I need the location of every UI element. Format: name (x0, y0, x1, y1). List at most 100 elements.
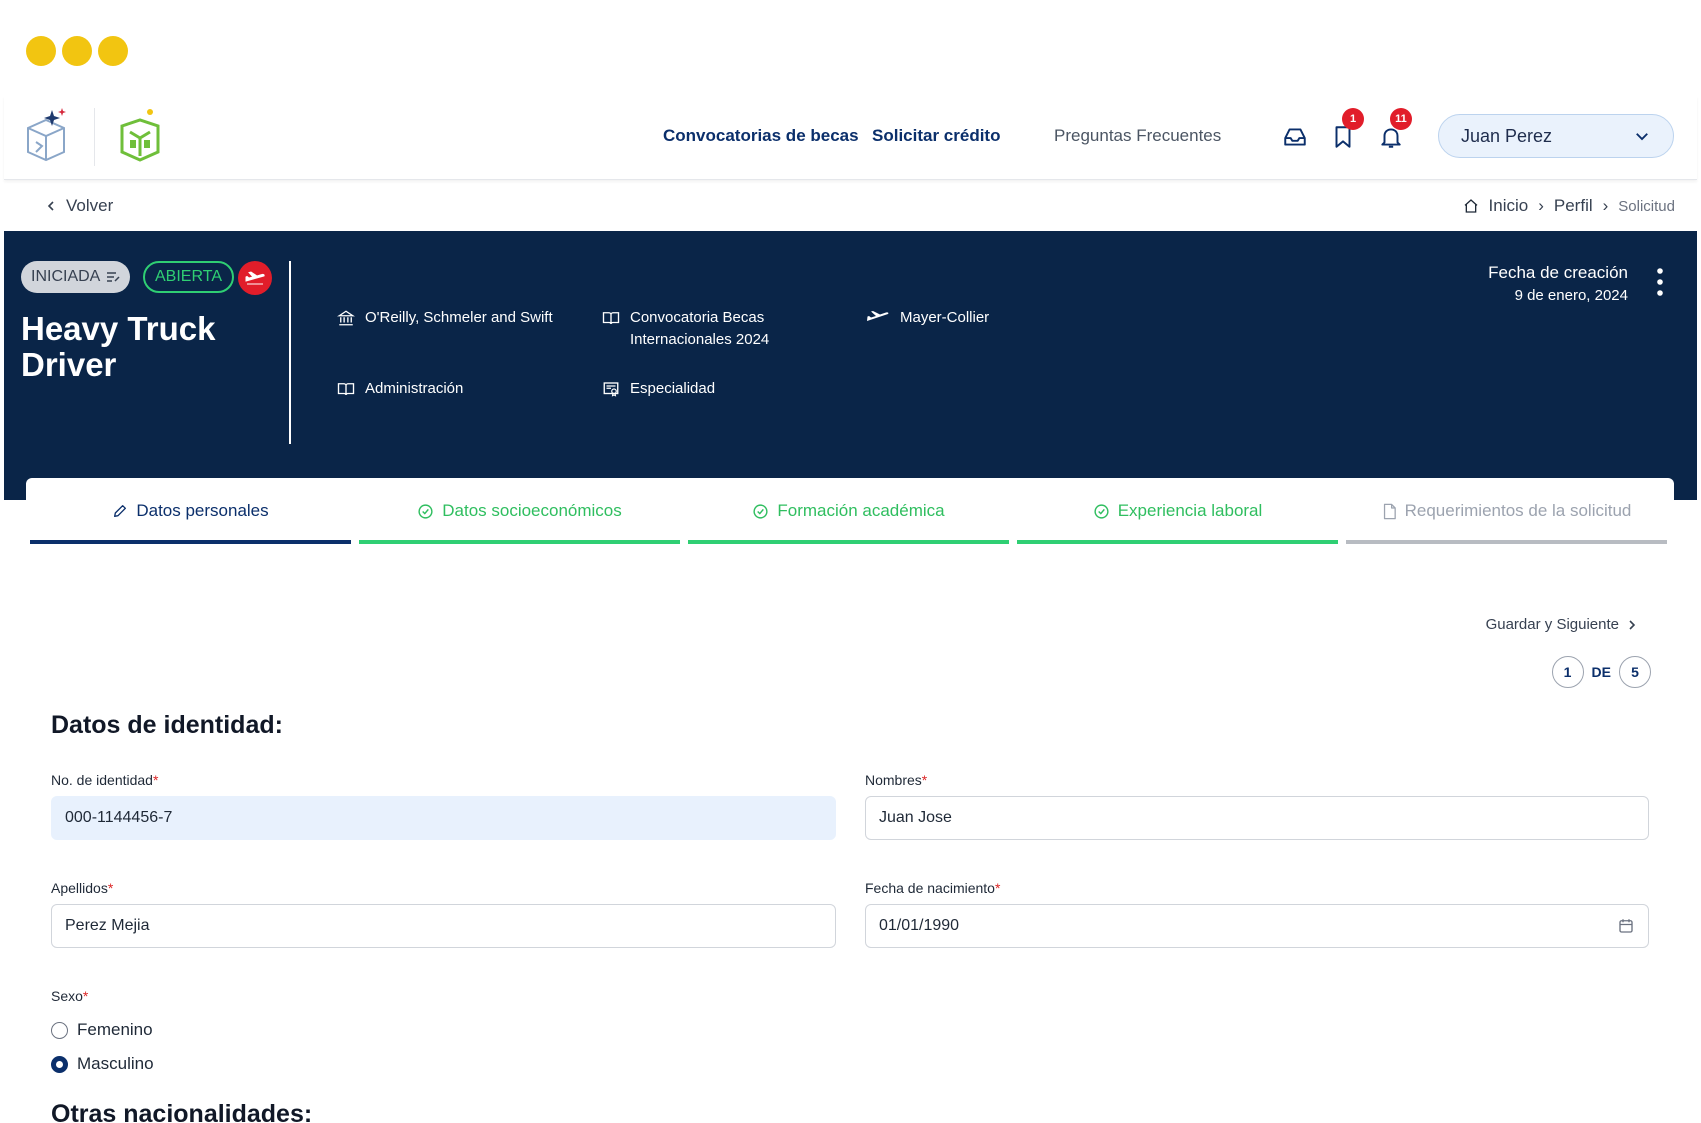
tab-datos-socioeconomicos[interactable]: Datos socioeconómicos (359, 478, 680, 544)
surnames-value: Perez Mejia (65, 917, 150, 934)
birthdate-field[interactable]: 01/01/1990 (865, 904, 1649, 948)
user-menu-dropdown[interactable]: Juan Perez (1438, 114, 1674, 158)
breadcrumb: Inicio › Perfil › Solicitud (1463, 196, 1675, 216)
area-info: Administración (337, 378, 463, 400)
breadcrumb-inicio[interactable]: Inicio (1489, 196, 1529, 216)
window-dot[interactable] (62, 36, 92, 66)
dob-label: Fecha de nacimiento* (865, 880, 1001, 896)
chevron-left-icon (47, 201, 54, 211)
status-started-label: INICIADA (31, 268, 101, 285)
calendar-icon[interactable] (1617, 917, 1635, 935)
tab-progress-bar (688, 540, 1009, 544)
nav-link-preguntas[interactable]: Preguntas Frecuentes (1054, 126, 1221, 146)
sex-option-label: Femenino (77, 1020, 153, 1039)
tab-label: Datos socioeconómicos (442, 501, 622, 520)
step-pager: 1 DE 5 (1551, 656, 1651, 688)
level-name: Especialidad (630, 380, 716, 397)
creation-date-label: Fecha de creación (1488, 263, 1628, 282)
sex-option-label: Masculino (77, 1054, 154, 1073)
tab-label: Requerimientos de la solicitud (1404, 501, 1632, 520)
tab-label: Experiencia laboral (1117, 501, 1263, 520)
chevron-right-icon (1629, 619, 1636, 630)
window-dot[interactable] (26, 36, 56, 66)
tab-requerimientos[interactable]: Requerimientos de la solicitud (1346, 478, 1667, 544)
current-step: 1 (1551, 656, 1584, 688)
creation-date-value: 9 de enero, 2024 (1514, 287, 1628, 304)
window-controls (26, 36, 128, 66)
check-circle-icon (418, 503, 433, 519)
window-dot[interactable] (98, 36, 128, 66)
company-info: Mayer-Collier (866, 307, 989, 329)
banner-divider (289, 261, 291, 444)
tab-datos-personales[interactable]: Datos personales (30, 478, 351, 544)
logo-divider (94, 108, 95, 166)
names-label: Nombres* (865, 772, 928, 788)
pager-of: DE (1591, 664, 1611, 680)
tab-progress-bar (1346, 540, 1667, 544)
application-title: Heavy Truck Driver (21, 310, 216, 383)
institution-info: O'Reilly, Schmeler and Swift (337, 307, 553, 329)
user-name: Juan Perez (1461, 125, 1553, 146)
radio-unchecked[interactable] (51, 1021, 68, 1039)
sex-option-masculino[interactable]: Masculino (51, 1054, 154, 1074)
status-badge-open: ABIERTA (143, 261, 234, 293)
names-field[interactable]: Juan Jose (865, 796, 1649, 840)
institution-name: O'Reilly, Schmeler and Swift (365, 309, 553, 326)
tab-progress-bar (1017, 540, 1338, 544)
tab-formacion-academica[interactable]: Formación académica (688, 478, 1009, 544)
id-label: No. de identidad* (51, 772, 159, 788)
call-info: Convocatoria Becas Internacionales 2024 (602, 307, 792, 351)
nav-link-solicitar-credito[interactable]: Solicitar crédito (872, 126, 1000, 146)
status-open-label: ABIERTA (155, 268, 222, 285)
sex-label: Sexo* (51, 988, 89, 1004)
back-button[interactable]: Volver (46, 196, 113, 216)
tab-label: Formación académica (777, 501, 945, 520)
pencil-icon (114, 505, 127, 517)
more-options-icon[interactable] (1655, 267, 1665, 297)
inbox-icon[interactable] (1282, 124, 1308, 150)
edit-list-icon (107, 272, 120, 282)
id-number-field[interactable]: 000-1144456-7 (51, 796, 836, 840)
sex-option-femenino[interactable]: Femenino (51, 1020, 153, 1040)
top-navigation: Convocatorias de becas Solicitar crédito… (4, 96, 1697, 180)
check-circle-icon (1094, 503, 1109, 519)
birthdate-value: 01/01/1990 (879, 917, 960, 934)
status-badge-started: INICIADA (21, 261, 131, 293)
level-info: Especialidad (602, 378, 715, 400)
breadcrumb-solicitud: Solicitud (1618, 197, 1675, 215)
tab-progress-bar (359, 540, 680, 544)
bookmark-count-badge: 1 (1342, 108, 1364, 130)
notification-count-badge: 11 (1390, 108, 1412, 130)
airplane-takeoff-icon (867, 311, 889, 321)
surnames-field[interactable]: Perez Mejia (51, 904, 836, 948)
nav-link-convocatorias[interactable]: Convocatorias de becas (663, 126, 859, 146)
section-title-identity: Datos de identidad: (51, 711, 283, 739)
airplane-icon (245, 271, 265, 285)
travel-badge (238, 261, 272, 295)
names-value: Juan Jose (879, 809, 952, 826)
save-next-label: Guardar y Siguiente (1485, 616, 1619, 633)
breadcrumb-separator: › (1538, 196, 1544, 215)
scholarship-logo[interactable] (22, 106, 70, 166)
notifications-button[interactable]: 11 (1378, 108, 1412, 150)
document-icon (1383, 503, 1396, 519)
radio-checked[interactable] (51, 1055, 68, 1073)
company-name: Mayer-Collier (900, 309, 990, 326)
book-open-icon (337, 383, 355, 396)
save-next-button[interactable]: Guardar y Siguiente (1486, 616, 1637, 633)
check-circle-icon (753, 503, 768, 519)
bookmark-button[interactable]: 1 (1330, 108, 1364, 150)
id-number-value: 000-1144456-7 (65, 809, 173, 826)
bank-icon (337, 310, 355, 326)
application-steps-tabs: Datos personales Datos socioeconómicos F… (26, 478, 1674, 544)
tab-experiencia-laboral[interactable]: Experiencia laboral (1017, 478, 1338, 544)
tab-progress-bar (30, 540, 351, 544)
surnames-label: Apellidos* (51, 880, 114, 896)
total-steps: 5 (1619, 656, 1651, 688)
chevron-down-icon (1636, 133, 1648, 141)
back-label: Volver (66, 196, 114, 215)
certificate-icon (603, 382, 619, 397)
breadcrumb-perfil[interactable]: Perfil (1554, 196, 1593, 216)
credit-logo[interactable] (116, 106, 164, 166)
creation-date: Fecha de creación 9 de enero, 2024 (1488, 263, 1628, 304)
